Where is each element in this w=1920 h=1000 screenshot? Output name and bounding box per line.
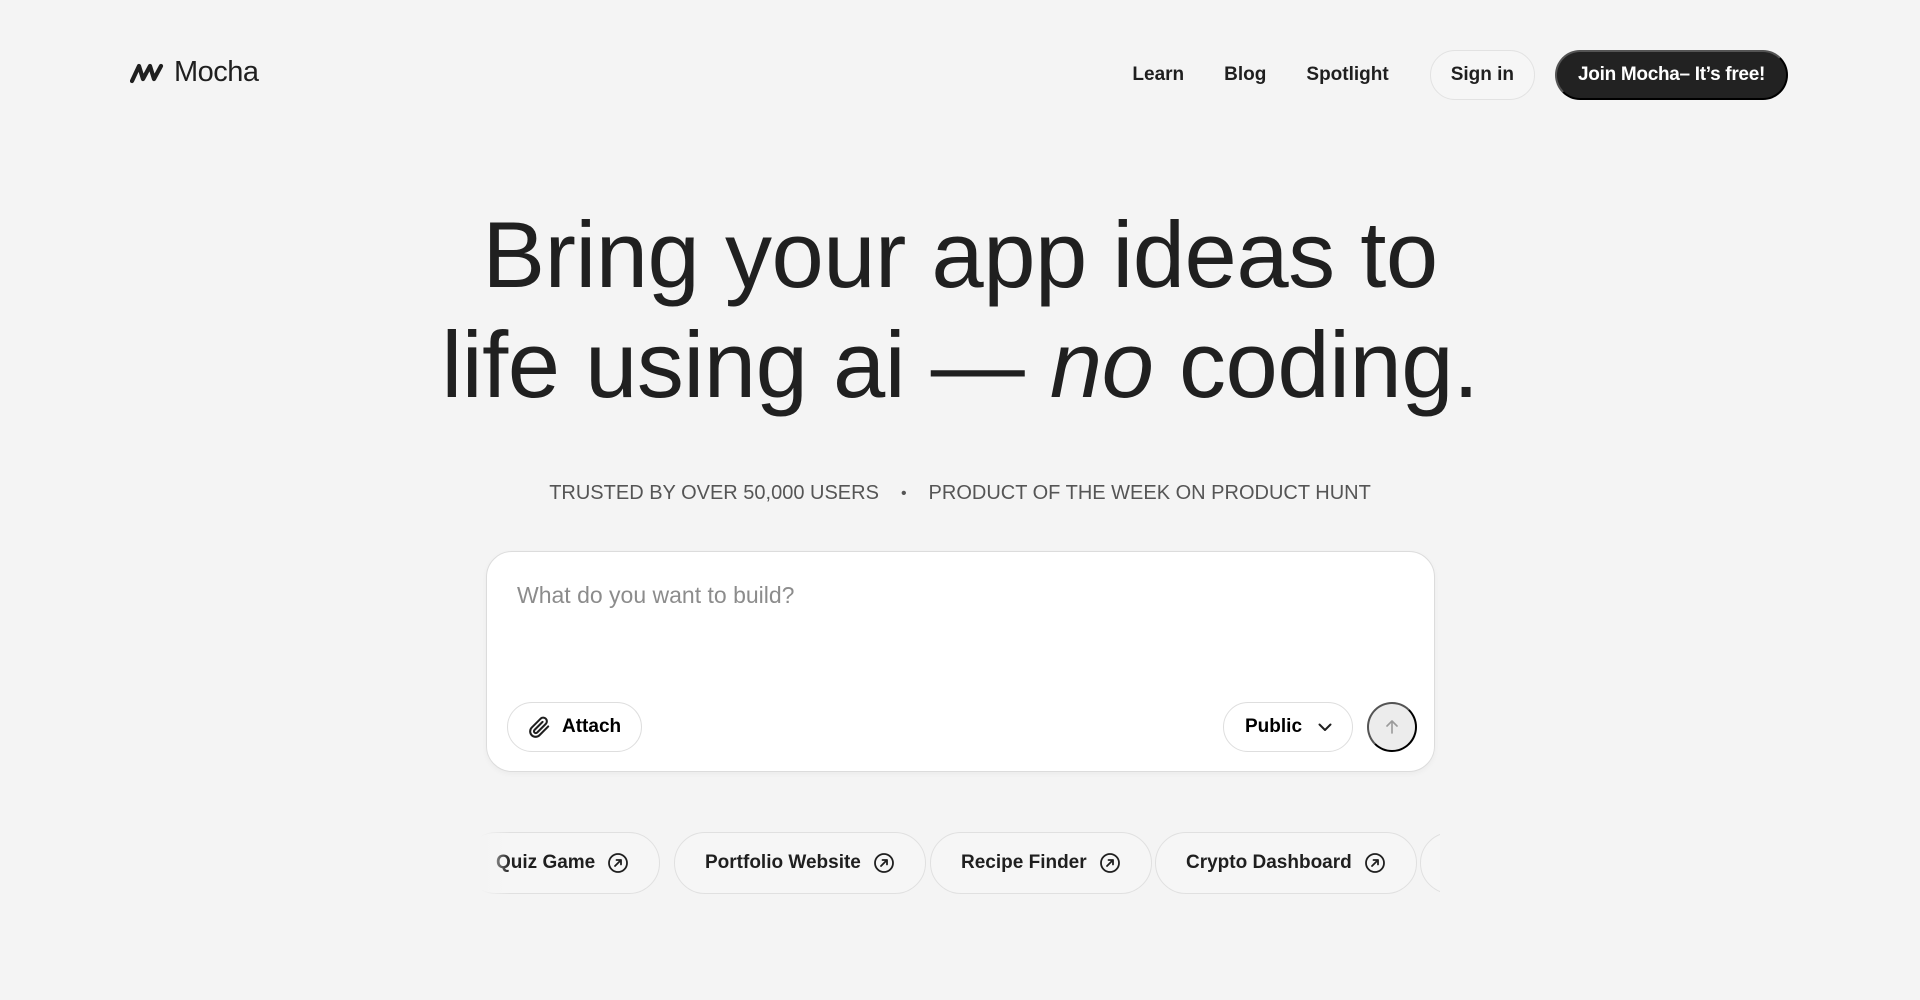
join-button[interactable]: Join Mocha– It’s free!: [1555, 50, 1788, 100]
main-nav: Learn Blog Spotlight Sign in Join Mocha–…: [1132, 50, 1788, 100]
arrow-up-icon: [1386, 720, 1398, 734]
arrow-up-right-circle-icon: [1099, 853, 1120, 873]
trust-product-hunt-text: PRODUCT OF THE WEEK ON PRODUCT HUNT: [928, 482, 1371, 504]
logo-text: Mocha: [174, 56, 259, 88]
suggestion-chip-partial[interactable]: [1420, 832, 1440, 894]
logo-link[interactable]: Mocha: [130, 56, 259, 89]
attach-label: Attach: [562, 716, 622, 737]
visibility-dropdown[interactable]: Public: [1223, 702, 1354, 752]
suggestion-chip-portfolio-website[interactable]: Portfolio Website: [674, 832, 926, 894]
suggestion-chip-label: Portfolio Website: [705, 852, 861, 873]
paperclip-icon: [529, 716, 550, 738]
suggestion-chip-label: Quiz Game: [496, 852, 596, 873]
trust-separator: •: [900, 484, 907, 502]
trust-users-text: TRUSTED BY OVER 50,000 USERS: [549, 482, 879, 504]
hero-heading-emphasis: no: [1049, 312, 1154, 417]
suggestion-chip-label: Crypto Dashboard: [1186, 852, 1352, 873]
suggestion-chip-recipe-finder[interactable]: Recipe Finder: [930, 832, 1152, 894]
hero-heading-line-1: Bring your app ideas to: [482, 202, 1438, 307]
send-button[interactable]: [1367, 702, 1417, 752]
chevron-down-icon: [1318, 723, 1332, 731]
hero-heading-line-2: life using ai — no coding.: [0, 310, 1920, 420]
hero-heading-line-2-start: life using ai —: [441, 312, 1050, 417]
attach-button[interactable]: Attach: [507, 702, 643, 752]
mocha-logo-icon: [130, 63, 164, 83]
suggestion-chip-label: Recipe Finder: [961, 852, 1087, 873]
prompt-input[interactable]: [517, 582, 1397, 672]
page: Mocha Learn Blog Spotlight Sign in Join …: [0, 0, 1920, 1000]
arrow-up-right-circle-icon: [608, 853, 629, 873]
nav-link-learn[interactable]: Learn: [1132, 64, 1204, 86]
trust-line: TRUSTED BY OVER 50,000 USERS • PRODUCT O…: [0, 482, 1920, 505]
chips-fade-overlay: [480, 832, 510, 894]
arrow-up-right-circle-icon: [1364, 853, 1385, 873]
nav-link-blog[interactable]: Blog: [1204, 64, 1286, 86]
suggestion-chip-crypto-dashboard[interactable]: Crypto Dashboard: [1155, 832, 1417, 894]
hero-heading-line-2-end: coding.: [1153, 312, 1479, 417]
arrow-up-right-circle-icon: [873, 853, 894, 873]
prompt-box: Attach Public: [486, 551, 1435, 772]
suggestion-chips: Quiz Game Portfolio Website Recipe Finde…: [480, 832, 1440, 894]
sign-in-button[interactable]: Sign in: [1429, 50, 1536, 100]
visibility-label: Public: [1245, 716, 1303, 737]
nav-link-spotlight[interactable]: Spotlight: [1286, 64, 1408, 86]
site-header: Mocha Learn Blog Spotlight Sign in Join …: [0, 0, 1920, 150]
hero-heading: Bring your app ideas to life using ai — …: [0, 200, 1920, 420]
